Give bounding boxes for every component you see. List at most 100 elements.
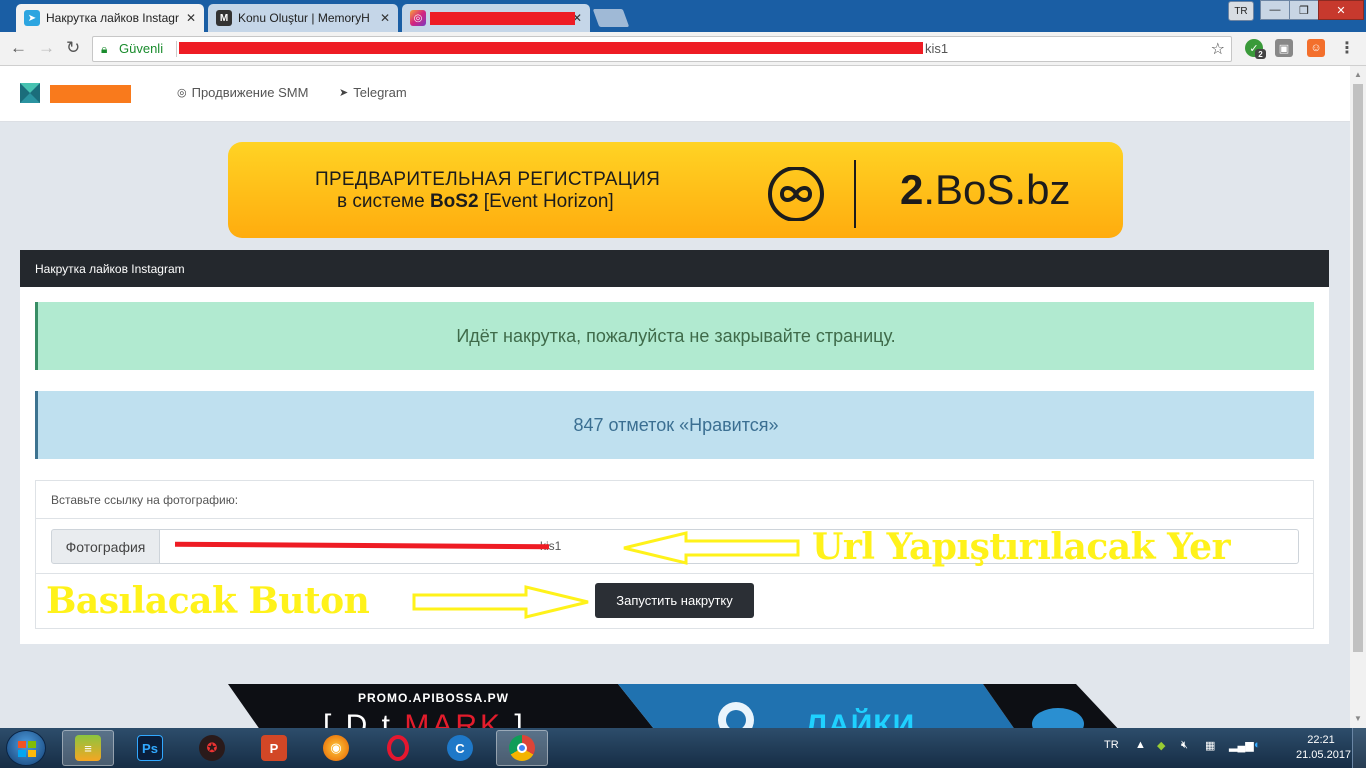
infinity-logo-icon bbox=[768, 167, 824, 221]
bookmark-star-icon[interactable]: ☆ bbox=[1211, 39, 1225, 59]
banner-line-2-bold: BoS2 bbox=[429, 191, 479, 212]
bluestacks-icon: ≡ bbox=[75, 735, 101, 761]
redacted-site-name bbox=[50, 85, 131, 103]
forward-arrow-icon[interactable]: → bbox=[38, 38, 55, 58]
tab-instagram-likes[interactable]: ➤ Накрутка лайков Instagr ✕ bbox=[16, 4, 204, 32]
banner-domain-rest: .BoS.bz bbox=[923, 166, 1071, 213]
form-label: Вставьте ссылку на фотографию: bbox=[36, 481, 1313, 519]
taskbar-photoshop[interactable]: Ps bbox=[124, 730, 176, 766]
taskbar-bluestacks[interactable]: ≡ bbox=[62, 730, 114, 766]
show-desktop-button[interactable] bbox=[1352, 728, 1366, 768]
scroll-up-icon[interactable]: ▲ bbox=[1354, 70, 1362, 79]
extension-badge: 2 bbox=[1255, 49, 1266, 59]
photoshop-icon: Ps bbox=[137, 735, 163, 761]
site-navbar: ◎ Продвижение SMM ➤ Telegram bbox=[0, 66, 1350, 122]
tab-label: Накрутка лайков Instagr bbox=[46, 11, 179, 25]
form-divider bbox=[36, 573, 1313, 574]
browser-toolbar: ← → ↻ 🔒︎ Güvenli kis1 ☆ ✓ 2 ▣ ☺ ⋮ bbox=[0, 32, 1366, 66]
tray-update-icon[interactable]: ◐ bbox=[1254, 739, 1261, 751]
chrome-icon bbox=[509, 735, 535, 761]
banner-line-1: ПРЕДВАРИТЕЛЬНАЯ РЕГИСТРАЦИЯ bbox=[315, 169, 661, 190]
left-arrow-annotation-icon bbox=[623, 531, 800, 565]
likes-count-alert: 847 отметок «Нравится» bbox=[35, 391, 1314, 459]
page-scrollbar[interactable]: ▲ ▼ bbox=[1350, 66, 1366, 728]
lock-icon: 🔒︎ bbox=[101, 42, 108, 56]
button-annotation: Basılacak Buton bbox=[46, 580, 370, 622]
scroll-down-icon[interactable]: ▼ bbox=[1354, 714, 1362, 723]
promo-brand-prefix: [ D t bbox=[323, 709, 405, 728]
photo-input-addon: Фотография bbox=[51, 529, 160, 564]
menu-dots-icon[interactable]: ⋮ bbox=[1338, 39, 1356, 57]
minimize-button[interactable]: — bbox=[1260, 0, 1290, 20]
user-extension-icon[interactable]: ☺ bbox=[1307, 39, 1325, 57]
memoryhackers-icon: M bbox=[216, 10, 232, 26]
tab-close-icon[interactable]: ✕ bbox=[380, 11, 390, 25]
secure-label: Güvenli bbox=[119, 41, 164, 56]
globe-app-icon: C bbox=[447, 735, 473, 761]
scroll-thumb[interactable] bbox=[1353, 84, 1363, 652]
windows-taskbar: ≡ Ps ✪ P ◉ C TR ▲ ◆ 🔇︎ ▦ ▂▄▆ ◐ 22:21 21.… bbox=[0, 728, 1366, 768]
redacted-tab-title bbox=[430, 12, 575, 25]
tray-bluestacks-icon[interactable]: ◆ bbox=[1157, 739, 1165, 752]
card-title: Накрутка лайков Instagram bbox=[20, 250, 1329, 287]
taskbar-app[interactable]: ✪ bbox=[186, 730, 238, 766]
gear-app-icon: ✪ bbox=[199, 735, 225, 761]
reload-icon[interactable]: ↻ bbox=[66, 38, 80, 58]
banner-domain: 2.BoS.bz bbox=[900, 166, 1070, 214]
cast-extension-icon[interactable]: ▣ bbox=[1275, 39, 1293, 57]
page-viewport: ◎ Продвижение SMM ➤ Telegram ПРЕДВАРИТЕЛ… bbox=[0, 66, 1350, 728]
promo-brand: [ D t MARK ] bbox=[323, 709, 526, 728]
promo-brand-highlight: MARK bbox=[404, 709, 504, 728]
taskbar-firefox[interactable]: ◉ bbox=[310, 730, 362, 766]
banner-domain-bold: 2 bbox=[900, 166, 924, 213]
opera-icon bbox=[387, 735, 409, 761]
new-tab-button[interactable] bbox=[592, 9, 630, 27]
telegram-icon: ➤ bbox=[24, 10, 40, 26]
firefox-icon: ◉ bbox=[323, 735, 349, 761]
windows-logo-icon bbox=[18, 741, 36, 757]
taskbar-opera[interactable] bbox=[372, 730, 424, 766]
tray-expand-icon[interactable]: ▲ bbox=[1135, 739, 1146, 751]
tray-network-icon[interactable]: ▂▄▆ bbox=[1229, 739, 1254, 752]
promo-brand-suffix: ] bbox=[503, 709, 526, 728]
taskbar-chrome[interactable] bbox=[496, 730, 548, 766]
url-text: kis1 bbox=[925, 41, 949, 56]
taskbar-powerpoint[interactable]: P bbox=[248, 730, 300, 766]
address-separator bbox=[176, 41, 177, 57]
telegram-icon: ➤ bbox=[339, 87, 349, 99]
redacted-url bbox=[179, 42, 923, 54]
promo-bottom-banner[interactable]: PROMO.APIBOSSA.PW [ D t MARK ] ЛАЙКИ bbox=[228, 684, 1123, 728]
clock-date: 21.05.2017 bbox=[1296, 749, 1352, 761]
address-bar[interactable]: 🔒︎ Güvenli kis1 ☆ bbox=[92, 36, 1232, 62]
close-window-button[interactable]: ✕ bbox=[1318, 0, 1364, 20]
start-button[interactable] bbox=[6, 730, 46, 766]
nav-link-label: Telegram bbox=[353, 85, 407, 100]
chrome-center bbox=[517, 743, 527, 753]
status-alert: Идёт накрутка, пожалуйста не закрывайте … bbox=[35, 302, 1314, 370]
banner-line-2: в системе BoS2 [Event Horizon] bbox=[337, 191, 614, 213]
maximize-button[interactable]: ❐ bbox=[1289, 0, 1319, 20]
banner-divider bbox=[854, 160, 856, 228]
nav-link-label: Продвижение SMM bbox=[191, 85, 309, 100]
tab-instagram[interactable]: ◎ ✕ bbox=[402, 4, 590, 32]
tray-volume-muted-icon[interactable]: 🔇︎ bbox=[1181, 739, 1188, 752]
bos-ad-banner[interactable]: ПРЕДВАРИТЕЛЬНАЯ РЕГИСТРАЦИЯ в системе Bo… bbox=[228, 142, 1123, 238]
tab-memoryhackers[interactable]: M Konu Oluştur | MemoryH ✕ bbox=[208, 4, 398, 32]
clock-time: 22:21 bbox=[1307, 734, 1335, 746]
site-logo-icon[interactable] bbox=[20, 83, 40, 103]
taskbar-app-2[interactable]: C bbox=[434, 730, 486, 766]
instagram-icon: ◎ bbox=[410, 10, 426, 26]
nav-link-telegram[interactable]: ➤ Telegram bbox=[339, 85, 407, 100]
taskbar-clock[interactable]: 22:21 21.05.2017 bbox=[1296, 733, 1352, 763]
back-arrow-icon[interactable]: ← bbox=[10, 38, 27, 58]
language-indicator: TR bbox=[1228, 1, 1254, 21]
tray-device-icon[interactable]: ▦ bbox=[1205, 739, 1215, 752]
url-paste-annotation: Url Yapıştırılacak Yer bbox=[812, 526, 1231, 568]
banner-line-2-prefix: в системе bbox=[337, 191, 430, 212]
start-boost-button[interactable]: Запустить накрутку bbox=[595, 583, 754, 618]
tray-language[interactable]: TR bbox=[1104, 739, 1119, 751]
nav-link-smm[interactable]: ◎ Продвижение SMM bbox=[177, 85, 308, 100]
right-arrow-annotation-icon bbox=[412, 585, 589, 619]
promo-url: PROMO.APIBOSSA.PW bbox=[358, 691, 510, 705]
tab-close-icon[interactable]: ✕ bbox=[186, 11, 196, 25]
